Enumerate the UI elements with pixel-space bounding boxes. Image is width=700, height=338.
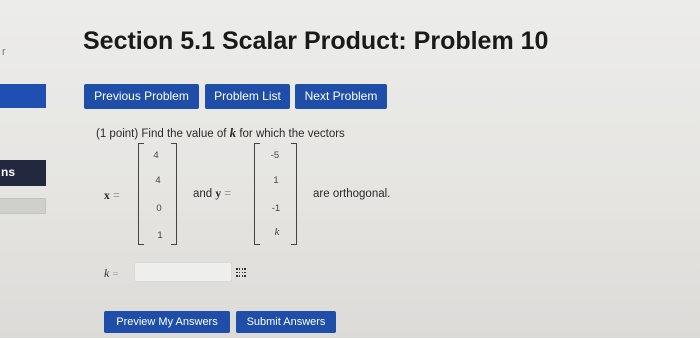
y-vector-left-bracket bbox=[254, 143, 260, 245]
problem-list-button[interactable]: Problem List bbox=[205, 84, 290, 109]
next-problem-button[interactable]: Next Problem bbox=[295, 84, 387, 109]
sidebar-letter: r bbox=[2, 46, 6, 58]
problem-intro: Find the value of bbox=[141, 128, 227, 140]
problem-intro-end: for which the vectors bbox=[239, 128, 345, 140]
y-vector-entry: k bbox=[274, 226, 280, 238]
answer-label: k = bbox=[104, 266, 119, 280]
submit-answers-button[interactable]: Submit Answers bbox=[236, 311, 336, 333]
y-vector-right-bracket bbox=[291, 143, 297, 245]
y-vector-entry: -5 bbox=[270, 150, 280, 161]
x-vector-entry: 0 bbox=[156, 203, 162, 214]
preview-answers-button[interactable]: Preview My Answers bbox=[104, 311, 230, 333]
answer-input[interactable] bbox=[134, 262, 232, 282]
and-y-label: and y = bbox=[193, 188, 232, 200]
y-vector-entry: 1 bbox=[273, 175, 279, 186]
previous-problem-button[interactable]: Previous Problem bbox=[84, 84, 199, 109]
x-vector-entry: 4 bbox=[155, 175, 161, 186]
x-vector-entry: 1 bbox=[157, 230, 163, 241]
sidebar-input[interactable] bbox=[0, 198, 46, 214]
y-vector-entry: -1 bbox=[271, 203, 281, 214]
problem-statement: (1 point) Find the value of k for which … bbox=[96, 125, 345, 141]
equation-editor-icon[interactable] bbox=[236, 268, 246, 277]
sidebar-item-label: ns bbox=[1, 165, 16, 179]
sidebar-fragment: r ns bbox=[0, 0, 47, 338]
problem-points: (1 point) bbox=[96, 128, 139, 140]
problem-variable: k bbox=[229, 125, 237, 140]
page-title: Section 5.1 Scalar Product: Problem 10 bbox=[83, 27, 549, 55]
x-vector-label: x = bbox=[104, 190, 120, 202]
x-vector-entry: 4 bbox=[153, 150, 159, 161]
sidebar-item[interactable]: ns bbox=[0, 160, 46, 186]
sidebar-active-item[interactable] bbox=[0, 84, 46, 108]
orthogonal-text: are orthogonal. bbox=[313, 188, 391, 200]
